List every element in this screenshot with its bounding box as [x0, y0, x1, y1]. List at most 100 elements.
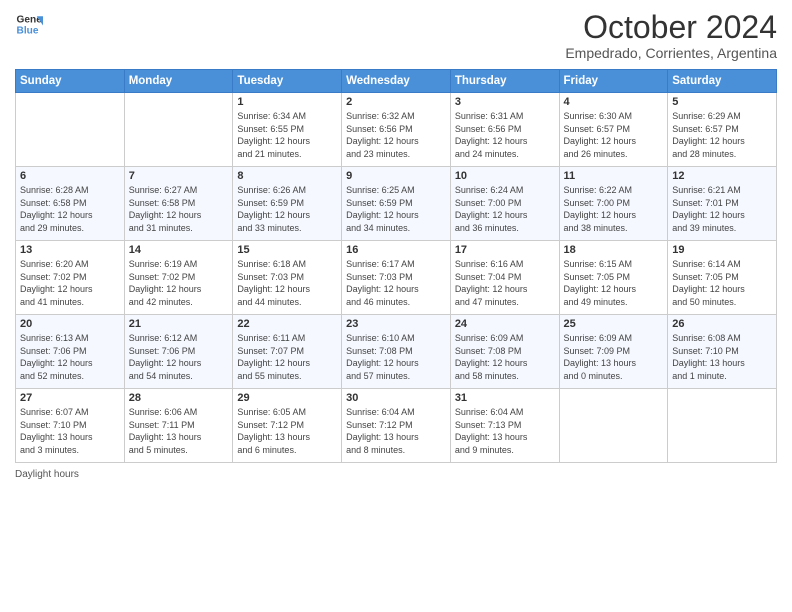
week-row-4: 27 Sunrise: 6:07 AM Sunset: 7:10 PM Dayli… — [16, 389, 777, 463]
day-info: Sunrise: 6:16 AM Sunset: 7:04 PM Dayligh… — [455, 258, 555, 308]
calendar-cell: 2 Sunrise: 6:32 AM Sunset: 6:56 PM Daylig… — [342, 93, 451, 167]
calendar-cell: 4 Sunrise: 6:30 AM Sunset: 6:57 PM Daylig… — [559, 93, 668, 167]
day-number: 4 — [564, 96, 664, 108]
day-number: 12 — [672, 170, 772, 182]
calendar-cell: 12 Sunrise: 6:21 AM Sunset: 7:01 PM Dayli… — [668, 167, 777, 241]
day-number: 16 — [346, 244, 446, 256]
day-info: Sunrise: 6:08 AM Sunset: 7:10 PM Dayligh… — [672, 332, 772, 382]
calendar-cell — [668, 389, 777, 463]
day-number: 3 — [455, 96, 555, 108]
calendar-cell: 31 Sunrise: 6:04 AM Sunset: 7:13 PM Dayli… — [450, 389, 559, 463]
calendar-cell: 27 Sunrise: 6:07 AM Sunset: 7:10 PM Dayli… — [16, 389, 125, 463]
header-row: SundayMondayTuesdayWednesdayThursdayFrid… — [16, 70, 777, 93]
day-number: 26 — [672, 318, 772, 330]
calendar-cell: 29Sunrise: 6:05 AM Sunset: 7:12 PM Dayli… — [233, 389, 342, 463]
calendar-cell: 24Sunrise: 6:09 AM Sunset: 7:08 PM Dayli… — [450, 315, 559, 389]
calendar-cell: 13Sunrise: 6:20 AM Sunset: 7:02 PM Dayli… — [16, 241, 125, 315]
day-number: 25 — [564, 318, 664, 330]
calendar-cell: 10 Sunrise: 6:24 AM Sunset: 7:00 PM Dayli… — [450, 167, 559, 241]
day-number: 7 — [129, 170, 229, 182]
title-block: October 2024 Empedrado, Corrientes, Arge… — [565, 10, 777, 61]
calendar-cell: 26 Sunrise: 6:08 AM Sunset: 7:10 PM Dayli… — [668, 315, 777, 389]
day-info: Sunrise: 6:09 AM Sunset: 7:09 PM Dayligh… — [564, 332, 664, 382]
day-number: 27 — [20, 392, 120, 404]
day-info: Sunrise: 6:26 AM Sunset: 6:59 PM Dayligh… — [237, 184, 337, 234]
day-info: Sunrise: 6:07 AM Sunset: 7:10 PM Dayligh… — [20, 406, 120, 456]
calendar-cell: 21Sunrise: 6:12 AM Sunset: 7:06 PM Dayli… — [124, 315, 233, 389]
day-info: Sunrise: 6:34 AM Sunset: 6:55 PM Dayligh… — [237, 110, 337, 160]
day-info: Sunrise: 6:19 AM Sunset: 7:02 PM Dayligh… — [129, 258, 229, 308]
week-row-0: 1Sunrise: 6:34 AM Sunset: 6:55 PM Daylig… — [16, 93, 777, 167]
day-number: 23 — [346, 318, 446, 330]
day-info: Sunrise: 6:11 AM Sunset: 7:07 PM Dayligh… — [237, 332, 337, 382]
calendar-cell: 25 Sunrise: 6:09 AM Sunset: 7:09 PM Dayli… — [559, 315, 668, 389]
week-row-2: 13Sunrise: 6:20 AM Sunset: 7:02 PM Dayli… — [16, 241, 777, 315]
day-number: 15 — [237, 244, 337, 256]
calendar-cell: 6 Sunrise: 6:28 AM Sunset: 6:58 PM Daylig… — [16, 167, 125, 241]
calendar-cell: 22 Sunrise: 6:11 AM Sunset: 7:07 PM Dayli… — [233, 315, 342, 389]
day-info: Sunrise: 6:29 AM Sunset: 6:57 PM Dayligh… — [672, 110, 772, 160]
day-info: Sunrise: 6:18 AM Sunset: 7:03 PM Dayligh… — [237, 258, 337, 308]
day-info: Sunrise: 6:28 AM Sunset: 6:58 PM Dayligh… — [20, 184, 120, 234]
header-cell-friday: Friday — [559, 70, 668, 93]
day-number: 31 — [455, 392, 555, 404]
page: General Blue October 2024 Empedrado, Cor… — [0, 0, 792, 612]
day-info: Sunrise: 6:06 AM Sunset: 7:11 PM Dayligh… — [129, 406, 229, 456]
day-number: 11 — [564, 170, 664, 182]
day-number: 6 — [20, 170, 120, 182]
day-number: 22 — [237, 318, 337, 330]
header-cell-wednesday: Wednesday — [342, 70, 451, 93]
logo: General Blue — [15, 10, 43, 38]
calendar-cell: 1Sunrise: 6:34 AM Sunset: 6:55 PM Daylig… — [233, 93, 342, 167]
day-number: 28 — [129, 392, 229, 404]
day-info: Sunrise: 6:30 AM Sunset: 6:57 PM Dayligh… — [564, 110, 664, 160]
day-number: 9 — [346, 170, 446, 182]
day-number: 17 — [455, 244, 555, 256]
calendar-cell: 3 Sunrise: 6:31 AM Sunset: 6:56 PM Daylig… — [450, 93, 559, 167]
calendar-cell: 28 Sunrise: 6:06 AM Sunset: 7:11 PM Dayli… — [124, 389, 233, 463]
day-info: Sunrise: 6:27 AM Sunset: 6:58 PM Dayligh… — [129, 184, 229, 234]
header-cell-thursday: Thursday — [450, 70, 559, 93]
day-info: Sunrise: 6:20 AM Sunset: 7:02 PM Dayligh… — [20, 258, 120, 308]
calendar-cell: 17 Sunrise: 6:16 AM Sunset: 7:04 PM Dayli… — [450, 241, 559, 315]
day-info: Sunrise: 6:13 AM Sunset: 7:06 PM Dayligh… — [20, 332, 120, 382]
day-number: 8 — [237, 170, 337, 182]
day-info: Sunrise: 6:09 AM Sunset: 7:08 PM Dayligh… — [455, 332, 555, 382]
day-info: Sunrise: 6:04 AM Sunset: 7:12 PM Dayligh… — [346, 406, 446, 456]
logo-icon: General Blue — [15, 10, 43, 38]
week-row-3: 20 Sunrise: 6:13 AM Sunset: 7:06 PM Dayli… — [16, 315, 777, 389]
calendar-title: October 2024 — [565, 10, 777, 45]
calendar-cell: 11Sunrise: 6:22 AM Sunset: 7:00 PM Dayli… — [559, 167, 668, 241]
day-number: 14 — [129, 244, 229, 256]
calendar-cell: 18Sunrise: 6:15 AM Sunset: 7:05 PM Dayli… — [559, 241, 668, 315]
day-number: 10 — [455, 170, 555, 182]
calendar-cell: 16 Sunrise: 6:17 AM Sunset: 7:03 PM Dayli… — [342, 241, 451, 315]
calendar-cell: 9 Sunrise: 6:25 AM Sunset: 6:59 PM Daylig… — [342, 167, 451, 241]
week-row-1: 6 Sunrise: 6:28 AM Sunset: 6:58 PM Daylig… — [16, 167, 777, 241]
day-info: Sunrise: 6:32 AM Sunset: 6:56 PM Dayligh… — [346, 110, 446, 160]
day-info: Sunrise: 6:04 AM Sunset: 7:13 PM Dayligh… — [455, 406, 555, 456]
calendar-cell: 19Sunrise: 6:14 AM Sunset: 7:05 PM Dayli… — [668, 241, 777, 315]
footer: Daylight hours — [15, 469, 777, 480]
day-info: Sunrise: 6:12 AM Sunset: 7:06 PM Dayligh… — [129, 332, 229, 382]
day-number: 20 — [20, 318, 120, 330]
svg-text:Blue: Blue — [17, 25, 39, 36]
day-info: Sunrise: 6:25 AM Sunset: 6:59 PM Dayligh… — [346, 184, 446, 234]
calendar-table: SundayMondayTuesdayWednesdayThursdayFrid… — [15, 69, 777, 463]
day-number: 2 — [346, 96, 446, 108]
calendar-cell — [124, 93, 233, 167]
day-info: Sunrise: 6:10 AM Sunset: 7:08 PM Dayligh… — [346, 332, 446, 382]
calendar-cell: 15 Sunrise: 6:18 AM Sunset: 7:03 PM Dayli… — [233, 241, 342, 315]
header-cell-tuesday: Tuesday — [233, 70, 342, 93]
calendar-subtitle: Empedrado, Corrientes, Argentina — [565, 45, 777, 61]
day-info: Sunrise: 6:24 AM Sunset: 7:00 PM Dayligh… — [455, 184, 555, 234]
calendar-cell: 7 Sunrise: 6:27 AM Sunset: 6:58 PM Daylig… — [124, 167, 233, 241]
day-info: Sunrise: 6:17 AM Sunset: 7:03 PM Dayligh… — [346, 258, 446, 308]
header-cell-sunday: Sunday — [16, 70, 125, 93]
calendar-cell — [16, 93, 125, 167]
day-info: Sunrise: 6:31 AM Sunset: 6:56 PM Dayligh… — [455, 110, 555, 160]
day-number: 18 — [564, 244, 664, 256]
day-info: Sunrise: 6:21 AM Sunset: 7:01 PM Dayligh… — [672, 184, 772, 234]
day-info: Sunrise: 6:14 AM Sunset: 7:05 PM Dayligh… — [672, 258, 772, 308]
footer-text: Daylight hours — [15, 469, 79, 480]
